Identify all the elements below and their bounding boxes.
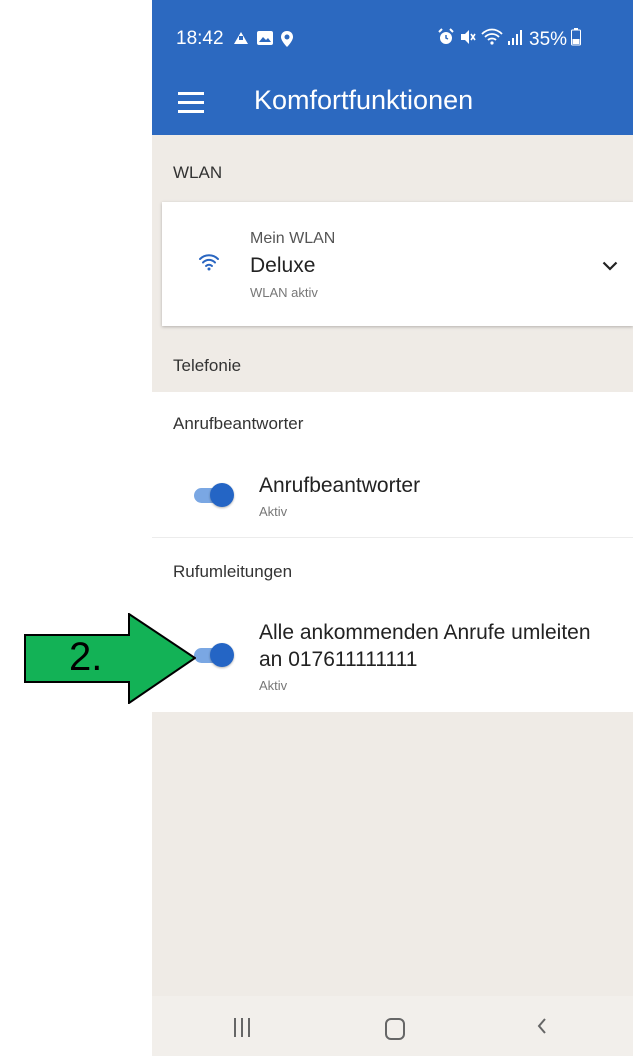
- status-bar: 18:42 35%: [152, 0, 633, 80]
- status-time: 18:42: [176, 28, 224, 49]
- chevron-down-icon[interactable]: [602, 258, 618, 276]
- home-icon[interactable]: [385, 1018, 405, 1040]
- wifi-signal-icon: [481, 28, 503, 52]
- group-label-text: Anrufbeantworter: [173, 414, 304, 433]
- status-right-icons: 35%: [437, 28, 582, 52]
- toggle-knob: [210, 643, 234, 667]
- annotation-step-label: 2.: [69, 635, 103, 679]
- mute-icon: [459, 28, 477, 52]
- rufumleitung-title-line2: an 017611111111: [259, 648, 418, 671]
- annotation-arrow: [24, 613, 196, 704]
- wifi-icon: [198, 253, 220, 276]
- system-nav-bar: [152, 996, 633, 1056]
- rufumleitung-title-line1: Alle ankommenden Anrufe umleiten: [259, 621, 591, 644]
- status-left-icons: [232, 30, 294, 53]
- group-label-text: Rufumleitungen: [173, 562, 293, 581]
- rufumleitung-status: Aktiv: [259, 678, 288, 693]
- section-header-telefonie: Telefonie: [152, 356, 633, 380]
- divider: [152, 537, 633, 538]
- section-header-label: Telefonie: [173, 356, 242, 375]
- back-icon[interactable]: [536, 1016, 548, 1041]
- notification-icon: [232, 30, 250, 53]
- wlan-card[interactable]: Mein WLAN Deluxe WLAN aktiv: [162, 202, 633, 326]
- anrufbeantworter-title: Anrufbeantworter: [259, 474, 421, 497]
- page-title: Komfortfunktionen: [254, 85, 474, 115]
- location-icon: [280, 30, 294, 53]
- hamburger-menu-icon[interactable]: [178, 92, 204, 114]
- anrufbeantworter-status: Aktiv: [259, 504, 288, 519]
- phone-screen: 18:42 35% Komfortfunktionen WLAN Mein WL…: [152, 0, 633, 1056]
- alarm-icon: [437, 28, 455, 52]
- section-header-wlan: WLAN: [152, 163, 633, 187]
- toggle-knob: [210, 483, 234, 507]
- wlan-caption: Mein WLAN: [250, 230, 336, 247]
- section-header-label: WLAN: [173, 163, 223, 182]
- wlan-name: Deluxe: [250, 254, 316, 277]
- image-icon: [256, 30, 274, 53]
- battery-icon: [571, 28, 582, 52]
- recents-icon[interactable]: [234, 1018, 250, 1037]
- anrufbeantworter-toggle[interactable]: [188, 483, 234, 507]
- battery-percent: 35%: [529, 29, 568, 50]
- telefonie-group: Anrufbeantworter Anrufbeantworter Aktiv …: [152, 392, 633, 712]
- signal-icon: [507, 28, 525, 52]
- app-toolbar: Komfortfunktionen: [152, 75, 633, 135]
- wlan-status: WLAN aktiv: [250, 285, 318, 300]
